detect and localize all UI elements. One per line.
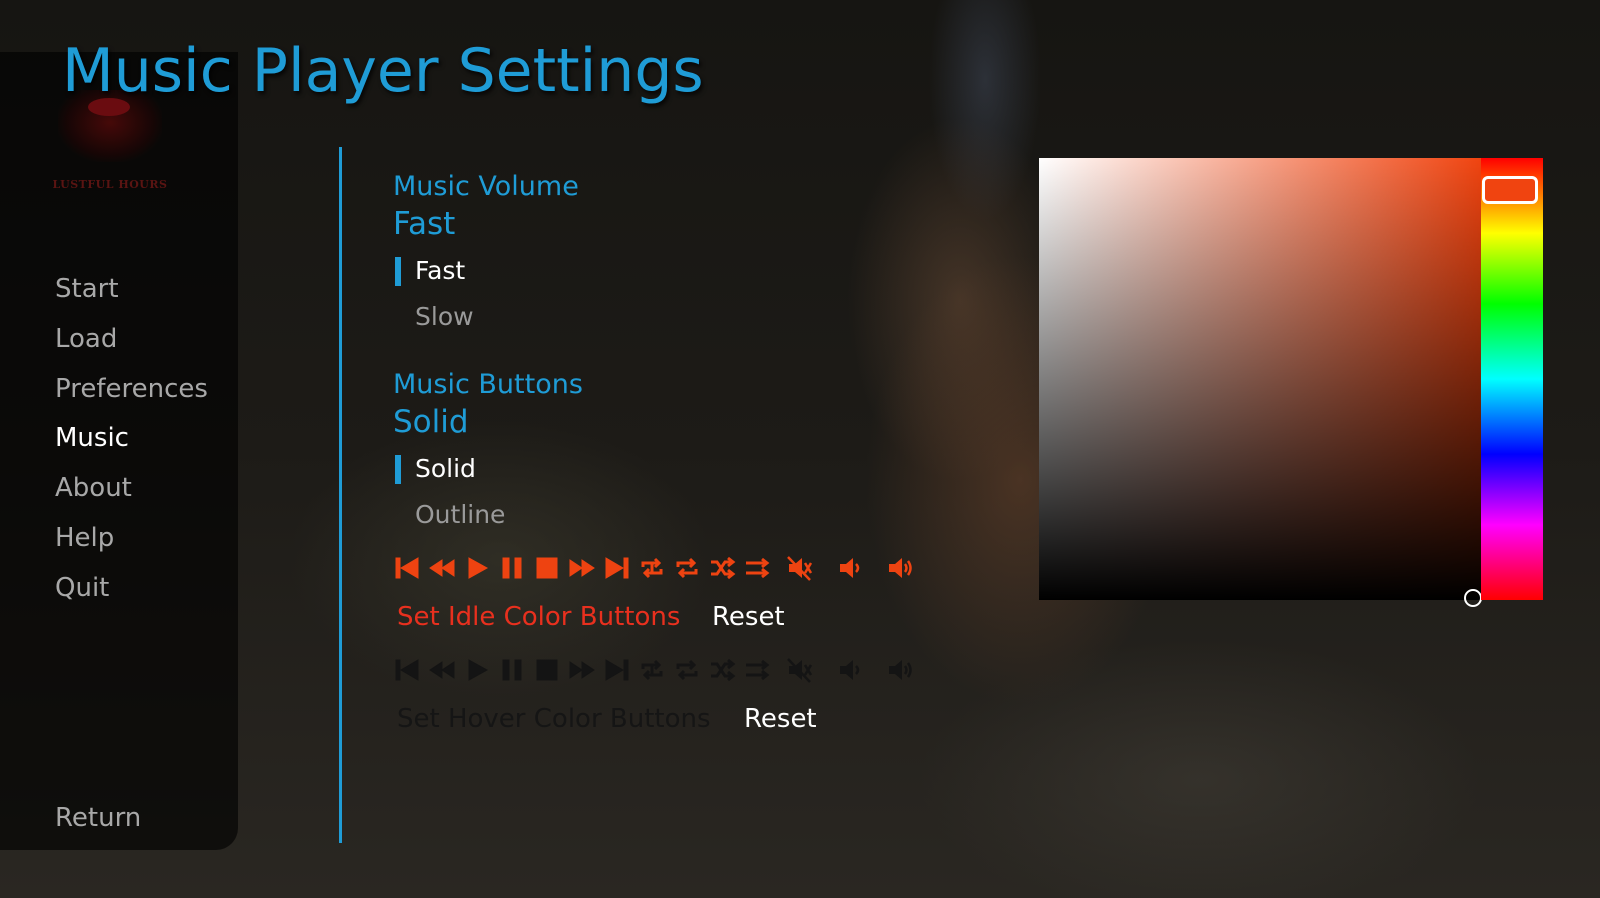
music-volume-option-slow[interactable]: Slow — [393, 302, 474, 331]
nav-item-music[interactable]: Music — [55, 419, 208, 469]
reset-hover-button[interactable]: Reset — [744, 704, 817, 734]
nav-item-help[interactable]: Help — [55, 519, 208, 569]
idle-sequential-icon[interactable] — [743, 554, 771, 582]
option-label: Fast — [415, 256, 466, 285]
music-buttons-current: Solid — [393, 404, 469, 440]
hover-stop-icon[interactable] — [533, 656, 561, 684]
music-volume-label: Music Volume — [393, 171, 579, 202]
hover-repeat-icon[interactable] — [673, 656, 701, 684]
option-label: Slow — [415, 302, 474, 331]
hover-skip-end-icon[interactable] — [603, 656, 631, 684]
hover-rewind-icon[interactable] — [428, 656, 456, 684]
selected-indicator — [395, 257, 401, 286]
idle-rewind-icon[interactable] — [428, 554, 456, 582]
idle-play-icon[interactable] — [463, 554, 491, 582]
nav-item-load[interactable]: Load — [55, 320, 208, 370]
hue-slider[interactable] — [1481, 158, 1543, 600]
color-picker-field[interactable] — [1039, 158, 1481, 600]
option-label: Solid — [415, 454, 476, 483]
nav-item-about[interactable]: About — [55, 469, 208, 519]
idle-skip-end-icon[interactable] — [603, 554, 631, 582]
main-nav: Start Load Preferences Music About Help … — [55, 270, 208, 619]
idle-repeat-icon[interactable] — [673, 554, 701, 582]
selected-indicator — [395, 455, 401, 484]
hover-skip-start-icon[interactable] — [393, 656, 421, 684]
nav-item-start[interactable]: Start — [55, 270, 208, 320]
option-label: Outline — [415, 500, 506, 529]
music-volume-option-fast[interactable]: Fast — [393, 256, 466, 286]
idle-volume-high-icon[interactable] — [887, 554, 915, 582]
hover-repeat-one-icon[interactable] — [638, 656, 666, 684]
idle-mute-icon[interactable] — [785, 554, 813, 582]
logo-text: LUSTFUL HOURS — [52, 178, 168, 191]
hover-mute-icon[interactable] — [785, 656, 813, 684]
nav-item-preferences[interactable]: Preferences — [55, 370, 208, 420]
hover-play-icon[interactable] — [463, 656, 491, 684]
hover-sequential-icon[interactable] — [743, 656, 771, 684]
music-buttons-label: Music Buttons — [393, 369, 583, 400]
return-button[interactable]: Return — [55, 803, 141, 833]
set-hover-color-button[interactable]: Set Hover Color Buttons — [397, 704, 711, 734]
hover-volume-high-icon[interactable] — [887, 656, 915, 684]
hover-fast-forward-icon[interactable] — [568, 656, 596, 684]
music-buttons-option-solid[interactable]: Solid — [393, 454, 476, 484]
set-idle-color-button[interactable]: Set Idle Color Buttons — [397, 602, 680, 632]
idle-pause-icon[interactable] — [498, 554, 526, 582]
idle-stop-icon[interactable] — [533, 554, 561, 582]
idle-skip-start-icon[interactable] — [393, 554, 421, 582]
content-divider — [339, 147, 342, 843]
hover-icon-row — [393, 656, 933, 688]
hover-pause-icon[interactable] — [498, 656, 526, 684]
color-picker-cursor[interactable] — [1464, 589, 1482, 607]
music-buttons-option-outline[interactable]: Outline — [393, 500, 505, 529]
music-volume-current: Fast — [393, 206, 456, 242]
reset-idle-button[interactable]: Reset — [712, 602, 785, 632]
hue-slider-handle[interactable] — [1482, 176, 1538, 204]
idle-icon-row — [393, 554, 933, 586]
hover-shuffle-icon[interactable] — [708, 656, 736, 684]
idle-fast-forward-icon[interactable] — [568, 554, 596, 582]
page-title: Music Player Settings — [62, 36, 704, 106]
nav-item-quit[interactable]: Quit — [55, 569, 208, 619]
idle-shuffle-icon[interactable] — [708, 554, 736, 582]
idle-repeat-one-icon[interactable] — [638, 554, 666, 582]
hover-volume-low-icon[interactable] — [836, 656, 864, 684]
idle-volume-low-icon[interactable] — [836, 554, 864, 582]
